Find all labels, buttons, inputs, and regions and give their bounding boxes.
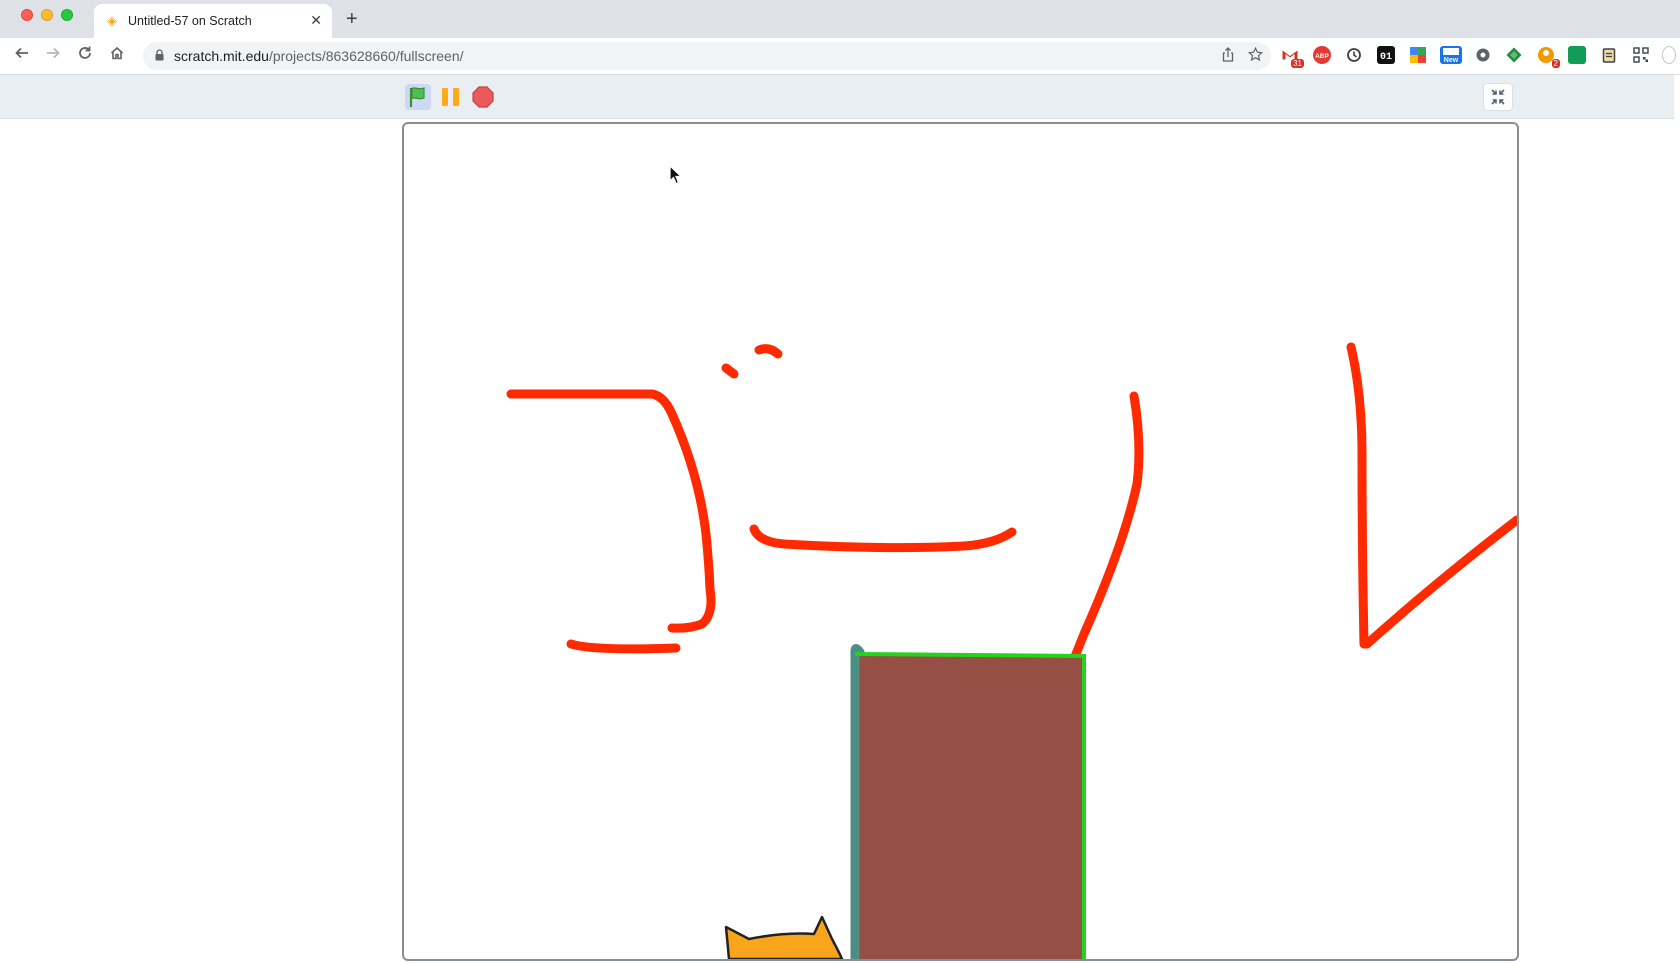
new-extension-icon[interactable]: New <box>1440 46 1462 64</box>
scratch-stage[interactable] <box>402 122 1519 961</box>
exit-fullscreen-icon <box>1491 89 1505 105</box>
page-scrollbar[interactable] <box>1674 75 1680 963</box>
browser-tab[interactable]: ◈ Untitled-57 on Scratch ✕ <box>94 4 332 38</box>
reload-icon[interactable] <box>73 44 97 68</box>
url-path: /projects/863628660/fullscreen/ <box>268 48 464 64</box>
green-flag-icon <box>409 87 425 107</box>
tab-title: Untitled-57 on Scratch <box>128 14 252 28</box>
google-maps-icon[interactable] <box>1409 46 1427 64</box>
adblock-plus-icon[interactable]: ABP <box>1313 46 1331 64</box>
forward-icon[interactable] <box>41 44 65 68</box>
exit-fullscreen-button[interactable] <box>1483 83 1513 111</box>
svg-text:ABP: ABP <box>1315 53 1329 60</box>
browser-title-bar: ◈ Untitled-57 on Scratch ✕ + <box>0 0 1680 38</box>
pause-icon <box>442 88 459 106</box>
profile-avatar[interactable] <box>1662 46 1676 64</box>
tab-close-icon[interactable]: ✕ <box>310 12 322 28</box>
bookmark-star-icon[interactable] <box>1247 46 1264 65</box>
binary-01-icon[interactable]: 01 <box>1377 46 1395 64</box>
scratch-player-menubar <box>0 75 1680 119</box>
home-icon[interactable] <box>105 44 129 68</box>
gear-extension-icon[interactable] <box>1474 46 1492 64</box>
orange-person-icon[interactable]: 2 <box>1537 46 1560 68</box>
pen-drawing-goal-text <box>506 342 1517 689</box>
scratch-cat-sprite[interactable] <box>724 915 844 959</box>
green-flag-button[interactable] <box>405 84 431 110</box>
window-close-button[interactable] <box>21 9 33 21</box>
clipboard-icon[interactable] <box>1600 46 1618 64</box>
gmail-badge: 31 <box>1291 59 1304 68</box>
person-badge: 2 <box>1551 59 1560 68</box>
scratch-cat-icon: ◈ <box>107 13 117 28</box>
stage-canvas[interactable] <box>404 124 1517 959</box>
sync-icon[interactable] <box>1345 46 1363 64</box>
mouse-cursor-icon <box>669 165 683 185</box>
stop-icon <box>472 86 494 108</box>
pause-button[interactable] <box>438 84 464 110</box>
brown-block-sprite[interactable] <box>850 644 1086 959</box>
svg-text:New: New <box>1444 57 1459 64</box>
window-maximize-button[interactable] <box>61 9 73 21</box>
browser-toolbar: scratch.mit.edu/projects/863628660/fulls… <box>0 38 1680 75</box>
green-square-icon[interactable] <box>1568 46 1586 64</box>
gmail-icon[interactable]: 31 <box>1281 46 1304 68</box>
qr-code-icon[interactable] <box>1632 46 1650 64</box>
stop-button[interactable] <box>470 84 496 110</box>
svg-text:01: 01 <box>1380 52 1392 63</box>
new-tab-button[interactable]: + <box>346 7 358 31</box>
url-host: scratch.mit.edu <box>174 48 269 64</box>
url-text: scratch.mit.edu/projects/863628660/fulls… <box>174 48 464 64</box>
address-bar[interactable]: scratch.mit.edu/projects/863628660/fulls… <box>143 42 1271 70</box>
window-minimize-button[interactable] <box>41 9 53 21</box>
back-icon[interactable] <box>10 44 34 68</box>
lock-icon <box>155 49 164 61</box>
share-icon[interactable] <box>1221 47 1235 65</box>
green-diamond-icon[interactable] <box>1505 46 1523 64</box>
